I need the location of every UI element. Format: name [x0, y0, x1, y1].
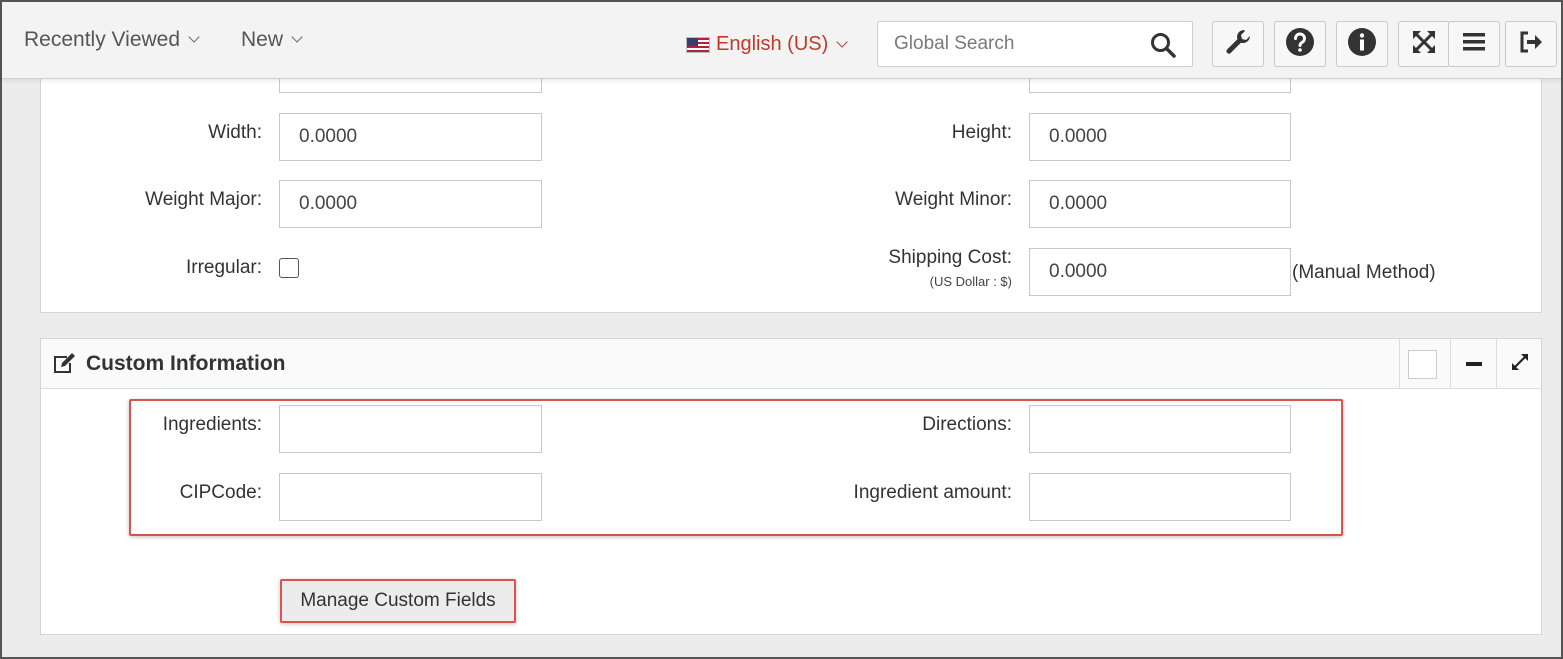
- custom-information-panel: Custom Information: [40, 338, 1542, 635]
- manual-method-label: (Manual Method): [1292, 262, 1436, 283]
- weight-major-label: Weight Major:: [145, 189, 262, 210]
- custom-information-header: Custom Information: [41, 339, 1541, 389]
- shipping-cost-input[interactable]: [1029, 248, 1291, 296]
- ingredient-amount-label: Ingredient amount:: [853, 482, 1012, 503]
- us-flag-icon: [686, 36, 710, 53]
- irregular-checkbox[interactable]: [279, 258, 299, 278]
- ingredients-label: Ingredients:: [162, 414, 262, 435]
- width-input[interactable]: [279, 113, 542, 161]
- collapse-button[interactable]: [1450, 339, 1496, 389]
- ingredient-amount-input[interactable]: [1029, 473, 1291, 521]
- manage-custom-fields-button[interactable]: Manage Custom Fields: [281, 580, 515, 622]
- weight-major-input[interactable]: [279, 180, 542, 228]
- logout-button[interactable]: [1505, 21, 1557, 67]
- search-icon[interactable]: [1150, 32, 1176, 64]
- cipcode-input[interactable]: [279, 473, 542, 521]
- wrench-icon: [1223, 27, 1253, 62]
- directions-input[interactable]: [1029, 405, 1291, 453]
- directions-label: Directions:: [922, 414, 1012, 435]
- logout-icon: [1518, 30, 1544, 59]
- tools-button[interactable]: [1212, 21, 1264, 67]
- expand-button[interactable]: [1496, 339, 1542, 389]
- height-label: Height:: [951, 122, 1012, 143]
- expand-icon: [1510, 352, 1530, 377]
- info-button[interactable]: [1336, 21, 1388, 67]
- global-search: [877, 21, 1193, 67]
- fullscreen-icon: [1411, 29, 1437, 60]
- blank-square-icon: [1408, 349, 1437, 379]
- custom-information-title: Custom Information: [86, 352, 286, 375]
- irregular-label: Irregular:: [185, 257, 262, 278]
- menu-icon: [1462, 31, 1486, 58]
- recently-viewed-menu[interactable]: Recently Viewed: [24, 28, 200, 52]
- main-menu-button[interactable]: [1448, 21, 1500, 67]
- language-label: English (US): [716, 33, 829, 55]
- help-button[interactable]: [1274, 21, 1326, 67]
- height-input[interactable]: [1029, 113, 1291, 161]
- panel-select-button[interactable]: [1399, 339, 1445, 389]
- global-search-input[interactable]: [894, 33, 1144, 55]
- edit-icon: [52, 353, 76, 380]
- width-label: Width:: [208, 122, 262, 143]
- chevron-down-icon: [291, 31, 303, 43]
- new-menu[interactable]: New: [241, 28, 303, 52]
- weight-minor-input[interactable]: [1029, 180, 1291, 228]
- chevron-down-icon: [188, 31, 200, 43]
- weight-minor-label: Weight Minor:: [895, 189, 1012, 210]
- ingredients-input[interactable]: [279, 405, 542, 453]
- fullscreen-button[interactable]: [1398, 21, 1450, 67]
- info-icon: [1347, 27, 1377, 62]
- shipping-cost-currency: (US Dollar : $): [929, 274, 1012, 289]
- cipcode-label: CIPCode:: [179, 482, 262, 503]
- help-icon: [1285, 27, 1315, 62]
- minus-icon: [1465, 362, 1482, 366]
- chevron-down-icon: [836, 35, 848, 48]
- top-navigation-bar: Recently Viewed New English (US): [2, 2, 1561, 79]
- language-selector[interactable]: English (US): [686, 33, 848, 56]
- recently-viewed-label: Recently Viewed: [24, 28, 181, 51]
- shipping-cost-label: Shipping Cost:: [888, 247, 1012, 268]
- new-label: New: [241, 28, 284, 51]
